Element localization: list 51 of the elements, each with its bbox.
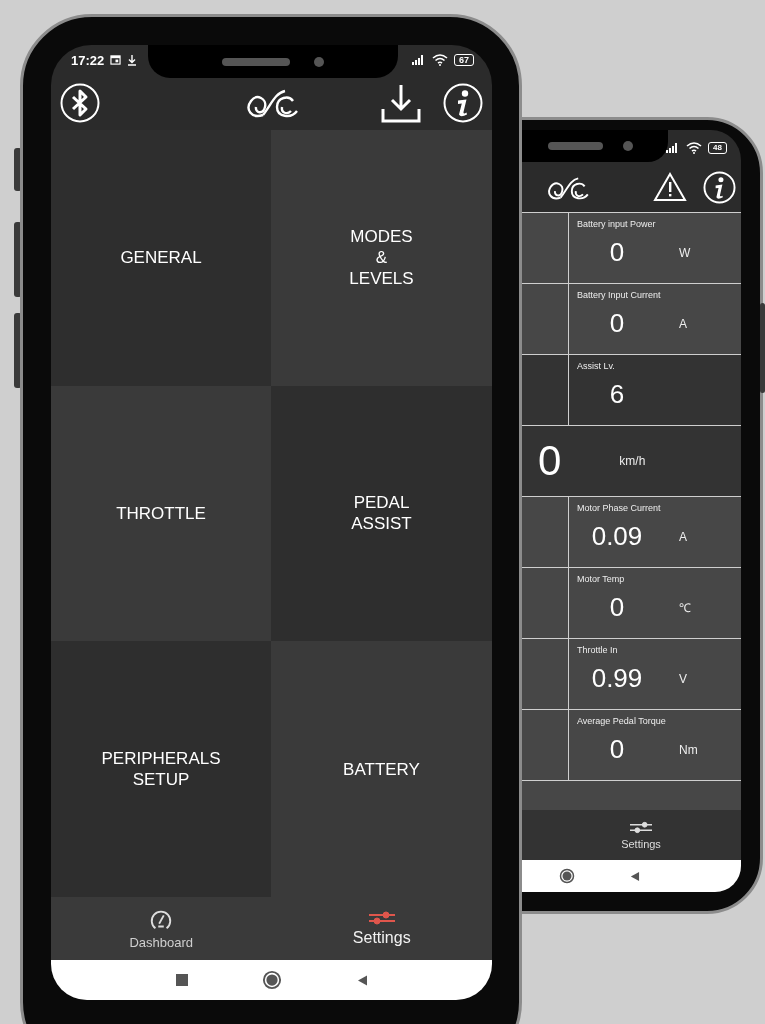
info-icon[interactable] — [703, 171, 736, 204]
menu-tile[interactable]: THROTTLE — [51, 385, 271, 642]
home-button[interactable] — [261, 970, 282, 990]
camera — [623, 141, 633, 151]
speaker — [222, 57, 290, 66]
nav-tab[interactable]: Settings — [271, 897, 492, 960]
speed-unit: km/h — [619, 454, 646, 468]
metric-label: Motor Phase Current — [577, 503, 661, 513]
wifi-icon — [686, 141, 703, 154]
wifi-icon — [432, 54, 448, 66]
metric-label: Assist Lv. — [577, 361, 615, 371]
metric-value: 6 — [608, 379, 626, 410]
menu-tile[interactable]: BATTERY — [271, 641, 492, 897]
metric-unit: Nm — [679, 742, 698, 757]
menu-tile[interactable]: MODES & LEVELS — [271, 130, 492, 386]
download-icon[interactable] — [381, 82, 421, 123]
download-icon — [127, 54, 138, 66]
clock: 17:22 — [71, 52, 105, 68]
bluetooth-icon[interactable] — [60, 82, 100, 123]
metric-label: Average Pedal Torque — [577, 716, 666, 726]
metric-label: Motor Temp — [577, 574, 625, 584]
signal-icon — [412, 55, 426, 65]
speed-value: 0 — [538, 437, 562, 485]
calendar-icon — [110, 55, 122, 65]
metric-value: 0 — [608, 592, 626, 623]
metric-label: Throttle In — [577, 645, 618, 655]
back-button[interactable] — [629, 870, 640, 882]
home-button[interactable] — [559, 868, 575, 884]
info-icon[interactable] — [443, 82, 483, 123]
metric-unit: V — [679, 671, 687, 686]
camera — [314, 56, 324, 67]
speaker — [548, 142, 603, 150]
battery-indicator: 67 — [454, 54, 474, 66]
metric-value: 0.09 — [590, 521, 644, 552]
sliders-icon — [368, 910, 395, 926]
warning-icon[interactable] — [653, 172, 687, 202]
battery-indicator: 48 — [708, 141, 727, 154]
metric-label: Battery Input Current — [577, 290, 661, 300]
metric-value: 0 — [608, 237, 626, 268]
metric-unit: ℃ — [679, 600, 691, 616]
nav-tab[interactable]: Dashboard — [51, 897, 272, 960]
metric-value: 0 — [608, 734, 626, 765]
metric-unit: W — [679, 245, 691, 260]
back-button[interactable] — [355, 973, 368, 987]
metric-unit: A — [679, 529, 687, 544]
metric-value: 0.99 — [590, 663, 644, 694]
recents-button[interactable] — [175, 974, 188, 986]
sliders-icon — [630, 820, 652, 834]
metric-label: Battery input Power — [577, 219, 656, 229]
metric-value: 0 — [608, 308, 626, 339]
metric-unit: A — [679, 316, 687, 331]
